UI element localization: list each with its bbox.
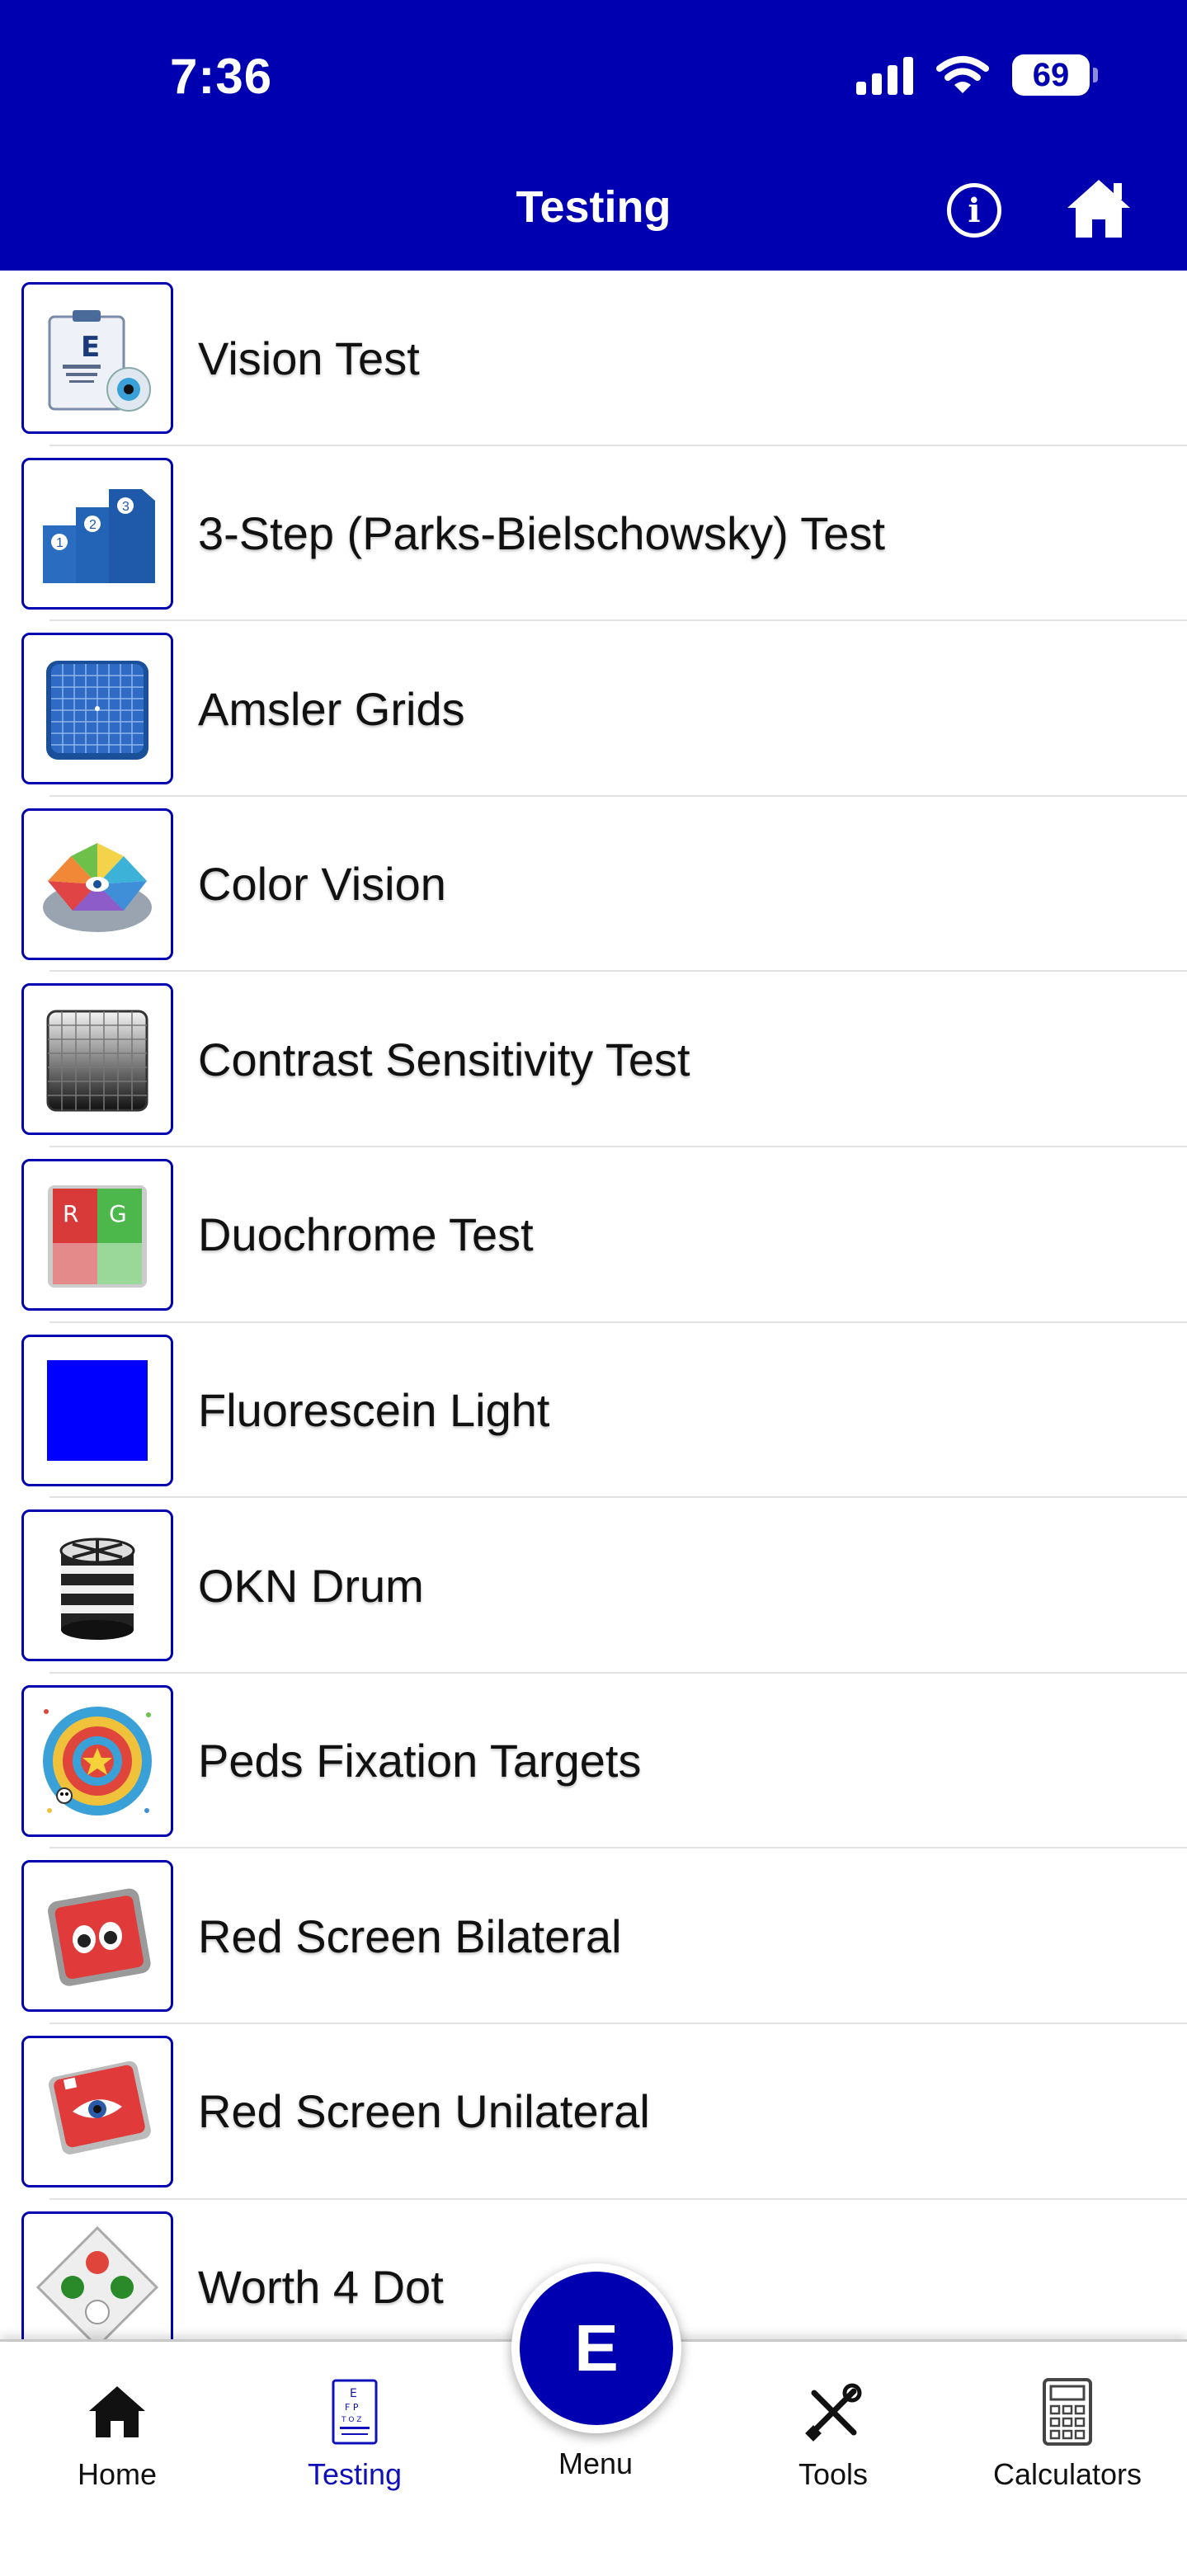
red-screen-eye-icon bbox=[21, 2035, 173, 2187]
four-dot-icon bbox=[21, 2211, 173, 2341]
list-item-label: Vision Test bbox=[198, 332, 420, 384]
svg-text:E: E bbox=[81, 331, 100, 364]
color-wheel-icon bbox=[21, 808, 173, 960]
tab-tools-label: Tools bbox=[798, 2457, 869, 2491]
duochrome-g-letter: G bbox=[109, 1200, 127, 1227]
calculator-icon bbox=[1043, 2378, 1092, 2446]
cellular-signal-icon bbox=[856, 55, 913, 95]
menu-e-icon: E bbox=[520, 2272, 673, 2425]
list-item[interactable]: Color Vision bbox=[0, 797, 1187, 972]
svg-text:3: 3 bbox=[122, 500, 130, 514]
red-screen-eyes-icon bbox=[21, 1860, 173, 2013]
tab-calculators[interactable]: Calculators bbox=[977, 2366, 1158, 2492]
tab-menu-label: Menu bbox=[558, 2446, 634, 2480]
status-time: 7:36 bbox=[170, 49, 273, 104]
list-item[interactable]: Red Screen Bilateral bbox=[0, 1848, 1187, 2024]
list-item-label: Red Screen Bilateral bbox=[198, 1910, 622, 1962]
list-item[interactable]: OKN Drum bbox=[0, 1498, 1187, 1674]
svg-text:E: E bbox=[350, 2387, 357, 2400]
list-item[interactable]: 1 2 3 3-Step (Parks-Bielschowsky) Test bbox=[0, 446, 1187, 622]
tab-calculators-label: Calculators bbox=[992, 2457, 1142, 2491]
list-item-label: OKN Drum bbox=[198, 1559, 424, 1612]
eye-chart-icon: E bbox=[21, 282, 173, 434]
list-item[interactable]: Fluorescein Light bbox=[0, 1323, 1187, 1499]
steps-icon: 1 2 3 bbox=[21, 457, 173, 610]
tools-icon bbox=[805, 2383, 862, 2442]
target-icon bbox=[21, 1684, 173, 1837]
tab-home[interactable]: Home bbox=[26, 2366, 208, 2492]
svg-text:T O Z: T O Z bbox=[341, 2416, 361, 2424]
list-item-label: Duochrome Test bbox=[198, 1208, 534, 1261]
wifi-icon bbox=[936, 56, 989, 93]
blue-square-icon bbox=[21, 1334, 173, 1486]
duochrome-r-letter: R bbox=[63, 1200, 78, 1227]
fluorescein-swatch bbox=[47, 1359, 148, 1461]
list-item-label: Amsler Grids bbox=[198, 682, 465, 735]
list-item[interactable]: R G Duochrome Test bbox=[0, 1147, 1187, 1323]
info-button[interactable]: i bbox=[947, 183, 1001, 238]
tab-testing[interactable]: E F P T O Z Testing bbox=[264, 2366, 445, 2492]
list-item-label: Contrast Sensitivity Test bbox=[198, 1033, 690, 1085]
info-icon: i bbox=[968, 191, 981, 230]
list-item-label: Peds Fixation Targets bbox=[198, 1735, 642, 1787]
svg-text:1: 1 bbox=[56, 536, 64, 550]
list-item-label: Color Vision bbox=[198, 858, 446, 911]
tab-testing-label: Testing bbox=[307, 2457, 403, 2491]
list-item-label: Worth 4 Dot bbox=[198, 2261, 444, 2314]
page-title: Testing bbox=[516, 182, 671, 232]
header-bar: 7:36 69 Testing i bbox=[0, 0, 1187, 271]
battery-indicator: 69 bbox=[1012, 54, 1098, 96]
grid-icon bbox=[21, 633, 173, 785]
svg-text:F P: F P bbox=[345, 2402, 359, 2413]
home-icon bbox=[89, 2386, 145, 2437]
drum-icon bbox=[21, 1509, 173, 1662]
menu-button[interactable]: E bbox=[511, 2263, 681, 2433]
testing-list[interactable]: E Vision Test 1 2 3 3-Step (Parks-Bielsc… bbox=[0, 271, 1187, 2341]
list-item[interactable]: Red Screen Unilateral bbox=[0, 2024, 1187, 2200]
list-item[interactable]: Amsler Grids bbox=[0, 621, 1187, 797]
list-item-label: Red Screen Unilateral bbox=[198, 2085, 650, 2138]
duochrome-icon: R G bbox=[21, 1158, 173, 1311]
status-icons: 69 bbox=[856, 54, 1098, 96]
list-item[interactable]: E Vision Test bbox=[0, 271, 1187, 446]
list-item[interactable]: Peds Fixation Targets bbox=[0, 1674, 1187, 1849]
tab-home-label: Home bbox=[77, 2457, 158, 2491]
eye-chart-tab-icon: E F P T O Z bbox=[332, 2379, 378, 2445]
list-item-label: Fluorescein Light bbox=[198, 1384, 550, 1437]
tab-tools[interactable]: Tools bbox=[742, 2366, 924, 2492]
list-item[interactable]: Contrast Sensitivity Test bbox=[0, 972, 1187, 1147]
list-item-label: 3-Step (Parks-Bielschowsky) Test bbox=[198, 507, 885, 560]
contrast-grid-icon bbox=[21, 983, 173, 1136]
home-button[interactable] bbox=[1064, 175, 1133, 241]
svg-text:2: 2 bbox=[89, 518, 97, 532]
